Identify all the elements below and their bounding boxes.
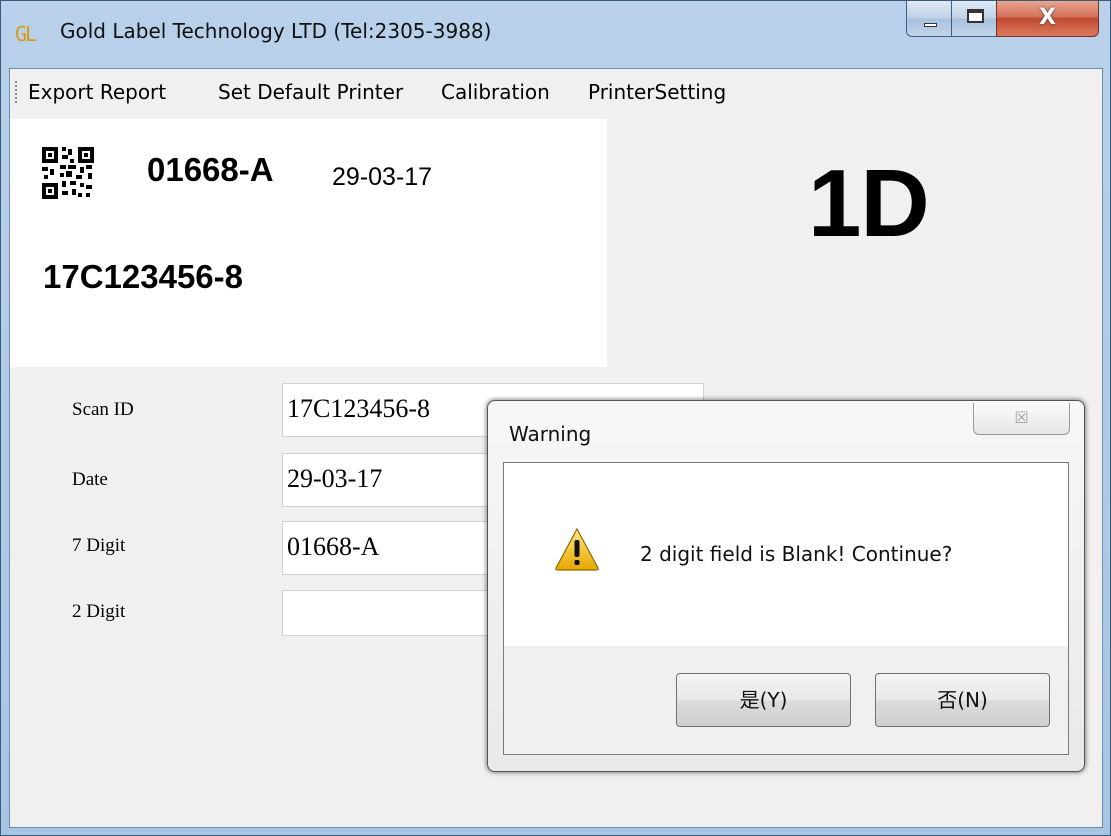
warning-dialog: Warning ☒ 2 digit field is Blank! Contin… [487,400,1085,772]
warning-icon [555,527,599,571]
close-icon: ☒ [1014,408,1029,427]
close-button[interactable]: X [996,1,1099,37]
dialog-message: 2 digit field is Blank! Continue? [640,542,953,566]
big-code-display: 1D [808,150,930,257]
scan-id-label: Scan ID [72,399,134,420]
date-label: Date [72,469,108,490]
dialog-close-button[interactable]: ☒ [973,403,1070,435]
minimize-icon [924,23,937,27]
app-logo-icon: GL [15,22,37,46]
minimize-button[interactable] [906,1,952,37]
menu-printer-setting[interactable]: PrinterSetting [588,69,726,115]
menu-set-default-printer[interactable]: Set Default Printer [218,69,403,115]
maximize-button[interactable] [951,1,997,37]
menu-export-report[interactable]: Export Report [28,69,166,115]
menu-calibration[interactable]: Calibration [441,69,550,115]
no-button[interactable]: 否(N) [875,673,1050,727]
two-digit-label: 2 Digit [72,601,126,622]
label-code: 01668-A [147,151,274,188]
dialog-title: Warning [509,422,592,446]
seven-digit-label: 7 Digit [72,535,126,556]
label-date: 29-03-17 [332,163,433,191]
qr-code-icon [42,147,94,199]
dialog-content: 2 digit field is Blank! Continue? [504,463,1068,646]
close-icon: X [1039,5,1056,30]
menu-grip-icon[interactable] [15,81,17,103]
yes-button[interactable]: 是(Y) [676,673,851,727]
window-title: Gold Label Technology LTD (Tel:2305-3988… [60,19,492,43]
title-bar[interactable]: GL Gold Label Technology LTD (Tel:2305-3… [1,1,1110,67]
label-preview: 01668-A 29-03-17 17C123456-8 [10,119,607,367]
label-id: 17C123456-8 [43,258,243,295]
maximize-icon [967,9,984,23]
menu-bar: Export Report Set Default Printer Calibr… [10,69,1102,115]
dialog-body: 2 digit field is Blank! Continue? 是(Y) 否… [503,462,1069,755]
